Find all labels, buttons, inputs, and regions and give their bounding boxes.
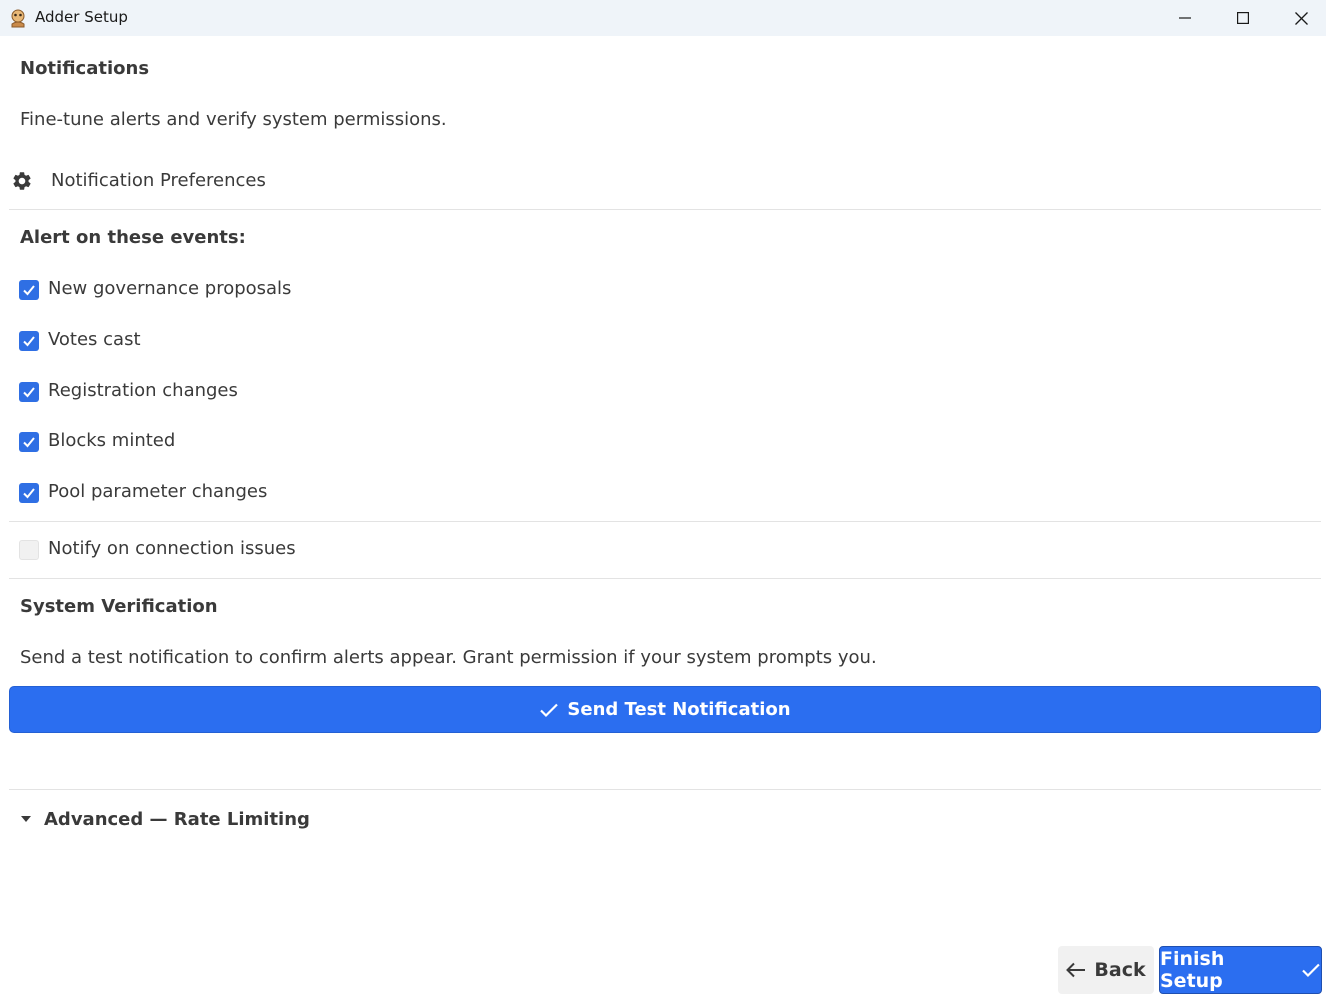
checkbox-label[interactable]: Pool parameter changes bbox=[48, 481, 267, 502]
divider bbox=[9, 209, 1321, 210]
finish-setup-label: Finish Setup bbox=[1160, 948, 1225, 992]
divider bbox=[9, 521, 1321, 522]
checkbox-label[interactable]: Blocks minted bbox=[48, 430, 175, 451]
checkmark-icon bbox=[540, 703, 559, 717]
setup-content: Notifications Fine-tune alerts and verif… bbox=[0, 36, 1326, 996]
adder-app-icon bbox=[11, 9, 25, 28]
back-label: Back bbox=[1094, 959, 1146, 981]
checkbox-pool-parameter-changes[interactable] bbox=[19, 483, 39, 503]
maximize-icon bbox=[1237, 12, 1249, 24]
checkmark-icon bbox=[23, 437, 35, 448]
advanced-rate-limiting-expander[interactable]: Advanced — Rate Limiting bbox=[20, 806, 310, 832]
divider bbox=[9, 578, 1321, 579]
back-button[interactable]: Back bbox=[1058, 946, 1154, 994]
gear-icon bbox=[13, 172, 31, 190]
checkbox-connection-issues[interactable] bbox=[19, 540, 39, 560]
arrow-left-icon bbox=[1066, 962, 1086, 978]
close-button[interactable] bbox=[1272, 0, 1326, 36]
checkbox-new-governance-proposals[interactable] bbox=[19, 280, 39, 300]
verification-heading: System Verification bbox=[20, 596, 218, 617]
maximize-button[interactable] bbox=[1214, 0, 1272, 36]
verification-description: Send a test notification to confirm aler… bbox=[20, 647, 877, 668]
preferences-section-label: Notification Preferences bbox=[51, 170, 266, 191]
minimize-icon bbox=[1179, 17, 1191, 19]
checkbox-blocks-minted[interactable] bbox=[19, 432, 39, 452]
events-heading: Alert on these events: bbox=[20, 227, 246, 248]
checkbox-label[interactable]: Registration changes bbox=[48, 380, 238, 401]
checkmark-icon bbox=[23, 336, 35, 347]
checkbox-label[interactable]: Notify on connection issues bbox=[48, 538, 296, 559]
advanced-label: Advanced — Rate Limiting bbox=[44, 808, 310, 830]
checkmark-icon bbox=[23, 488, 35, 499]
page-title: Notifications bbox=[20, 58, 150, 79]
checkbox-registration-changes[interactable] bbox=[19, 382, 39, 402]
checkbox-label[interactable]: Votes cast bbox=[48, 329, 141, 350]
caret-down-icon bbox=[21, 816, 31, 822]
send-test-notification-button[interactable]: Send Test Notification bbox=[9, 686, 1321, 733]
checkbox-label[interactable]: New governance proposals bbox=[48, 278, 291, 299]
send-test-notification-label: Send Test Notification bbox=[567, 699, 791, 720]
close-icon bbox=[1294, 11, 1308, 25]
page-description: Fine-tune alerts and verify system permi… bbox=[20, 109, 447, 130]
divider bbox=[9, 789, 1321, 790]
checkbox-votes-cast[interactable] bbox=[19, 331, 39, 351]
checkmark-icon bbox=[23, 387, 35, 398]
window-title: Adder Setup bbox=[35, 8, 128, 26]
finish-setup-button[interactable]: Finish Setup bbox=[1159, 946, 1322, 994]
minimize-button[interactable] bbox=[1156, 0, 1214, 36]
title-bar: Adder Setup bbox=[0, 0, 1326, 36]
checkmark-icon bbox=[1302, 963, 1320, 978]
checkmark-icon bbox=[23, 285, 35, 296]
